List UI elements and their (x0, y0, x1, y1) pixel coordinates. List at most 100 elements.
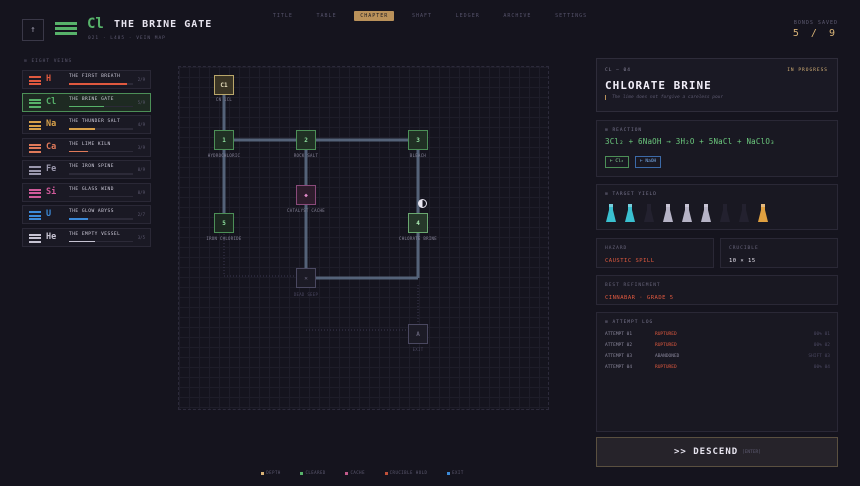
vein-item-ca[interactable]: Ca THE LIME KILN 3/9 (22, 137, 151, 157)
attempt-log-panel: ⊞ ATTEMPT LOG ATTEMPT 01 RUPTURED 00% 01 AT… (596, 312, 838, 432)
map-node-2[interactable]: 2 (296, 130, 316, 150)
page-title: THE BRINE GATE (114, 19, 213, 30)
tab-ledger[interactable]: LEDGER (450, 11, 486, 21)
veins-heading: ⊞ EIGHT VEINS (24, 59, 73, 64)
grid-icon: ⊞ (605, 192, 609, 197)
attempt-log-heading: ⊞ ATTEMPT LOG (605, 320, 654, 325)
vein-symbol: Na (46, 119, 57, 129)
log-attempt: ATTEMPT 03 (605, 354, 633, 359)
tab-shaft[interactable]: SHAFT (406, 11, 438, 21)
vein-symbol: Cl (46, 96, 57, 107)
vein-item-h[interactable]: H THE FIRST BREATH 2/9 (22, 70, 151, 89)
vein-symbol: U (46, 209, 52, 219)
status-badge: IN PROGRESS (787, 68, 828, 73)
reagent-chip-naoh[interactable]: ⊢ NaOH (635, 156, 662, 168)
node-detail-card: CL — 04 IN PROGRESS CHLORATE BRINE The l… (596, 58, 838, 112)
vein-count: 3/5 (137, 234, 145, 240)
refinement-value: CINNABAR · GRADE 5 (605, 295, 674, 301)
half-moon-icon (418, 199, 427, 208)
vein-count: 5/9 (137, 99, 145, 105)
map-node-3[interactable]: 3 (408, 130, 428, 150)
vein-count: 4/9 (137, 122, 145, 127)
vein-symbol: H (46, 74, 52, 84)
legend-item: DEPTH (261, 470, 281, 475)
flask-icon (625, 204, 635, 222)
node-code: CL — 04 (605, 68, 631, 73)
top-nav: TITLE TABLE CHAPTER SHAFT LEDGER ARCHIVE… (0, 2, 860, 21)
map-node-dead-seep[interactable]: ✕ (296, 268, 316, 288)
flask-icon (758, 204, 768, 222)
tab-archive[interactable]: ARCHIVE (497, 11, 537, 21)
vein-symbol: Fe (46, 164, 57, 174)
descend-button[interactable]: >> DESCEND [ENTER] (596, 437, 838, 467)
node-title: CHLORATE BRINE (605, 79, 712, 92)
element-bars-icon (29, 166, 41, 175)
vein-item-fe[interactable]: Fe THE IRON SPINE 0/9 (22, 160, 151, 179)
vein-item-si[interactable]: Si THE GLASS WIND 0/9 (22, 182, 151, 202)
vein-progress (69, 195, 133, 197)
vein-name: THE LIME KILN (69, 141, 111, 147)
refinement-label: BEST REFINEMENT (605, 283, 661, 288)
flask-icon (644, 204, 654, 222)
vein-symbol: Ca (46, 141, 57, 152)
flask-icon (720, 204, 730, 222)
refinement-panel: BEST REFINEMENT CINNABAR · GRADE 5 (596, 275, 838, 305)
log-time: SHIFT 03 (808, 354, 830, 359)
node-caption: DEAD SEEP (293, 292, 319, 297)
bonds-label: BONDS SAVED (793, 20, 838, 26)
log-attempt: ATTEMPT 01 (605, 332, 633, 337)
reagent-chip-cl2[interactable]: ⊢ Cl₂ (605, 156, 629, 168)
map-node-exit[interactable]: A (408, 324, 428, 344)
flask-icon (606, 204, 616, 222)
flask-icon (739, 204, 749, 222)
legend-item: EXIT (447, 470, 464, 475)
element-symbol: Cl (87, 16, 104, 32)
tab-table[interactable]: TABLE (311, 11, 343, 21)
vein-progress (69, 83, 133, 85)
log-row: ATTEMPT 01 RUPTURED 00% 01 (605, 332, 830, 340)
vein-name: THE FIRST BREATH (69, 74, 121, 79)
grid-icon: ⊞ (24, 59, 28, 64)
log-result: ABANDONED (655, 354, 680, 359)
arrow-up-icon: ↑ (30, 25, 36, 35)
vein-name: THE THUNDER SALT (69, 119, 121, 124)
node-caption: HYDROCHLORIC (207, 153, 241, 158)
vein-count: 2/7 (137, 212, 145, 217)
vein-count: 2/9 (137, 77, 145, 82)
element-bars-icon (29, 98, 41, 108)
tab-chapter[interactable]: CHAPTER (354, 11, 395, 21)
legend-item: CACHE (345, 470, 365, 475)
log-row: ATTEMPT 03 ABANDONED SHIFT 03 (605, 354, 830, 362)
map-node-5[interactable]: 5 (214, 213, 234, 233)
legend-item: CRUCIBLE HOLD (384, 470, 428, 475)
log-attempt: ATTEMPT 04 (605, 365, 633, 370)
element-bars-icon (55, 22, 77, 36)
log-time: 00% 04 (813, 365, 830, 370)
map-node-cache[interactable]: ◆ (296, 185, 316, 205)
legend-item: CLEARED (300, 470, 325, 475)
flask-icon (663, 204, 673, 222)
map-node-4[interactable]: 4 (408, 213, 428, 233)
vein-item-u[interactable]: U THE GLOW ABYSS 2/7 (22, 205, 151, 224)
back-button[interactable]: ↑ (22, 19, 44, 41)
vein-progress (69, 105, 133, 107)
element-bars-icon (29, 188, 41, 198)
vein-item-na[interactable]: Na THE THUNDER SALT 4/9 (22, 115, 151, 134)
node-caption: IRON CHLORIDE (206, 236, 242, 241)
flask-icon (701, 204, 711, 222)
element-bars-icon (29, 76, 41, 85)
node-caption: EXIT (412, 347, 424, 352)
vein-item-cl[interactable]: Cl THE BRINE GATE 5/9 (22, 92, 151, 112)
vein-item-he[interactable]: He THE EMPTY VESSEL 3/5 (22, 227, 151, 247)
map-node-start[interactable]: C1 (214, 75, 234, 95)
tab-settings[interactable]: SETTINGS (549, 11, 593, 21)
log-row: ATTEMPT 04 RUPTURED 00% 04 (605, 365, 830, 373)
yield-heading: ⊞ TARGET YIELD (605, 192, 657, 197)
log-time: 00% 02 (813, 343, 830, 348)
crucible-value: 10 × 15 (729, 258, 756, 264)
vein-count: 0/9 (137, 167, 145, 172)
vein-count: 0/9 (137, 189, 145, 195)
crucible-label: CRUCIBLE (729, 246, 759, 251)
map-node-1[interactable]: 1 (214, 130, 234, 150)
tab-title[interactable]: TITLE (267, 11, 299, 21)
